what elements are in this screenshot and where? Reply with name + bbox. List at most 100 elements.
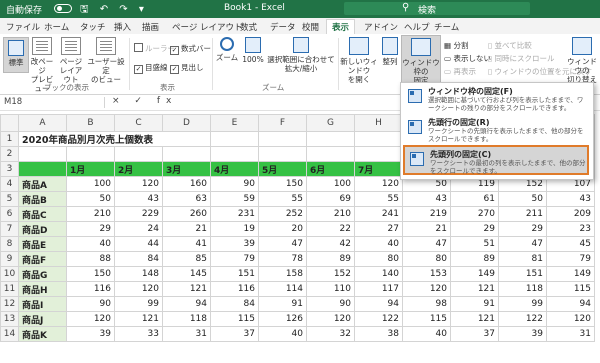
value-cell[interactable]: 260	[162, 206, 211, 222]
value-cell[interactable]: 21	[162, 221, 211, 237]
value-cell[interactable]: 158	[258, 266, 307, 282]
value-cell[interactable]: 40	[258, 326, 307, 342]
cell[interactable]	[210, 146, 259, 162]
value-cell[interactable]: 100	[306, 176, 355, 192]
split-button[interactable]: ▦ 分割	[444, 40, 468, 51]
page-layout-button[interactable]: ページ レイアウト	[57, 37, 85, 84]
value-cell[interactable]: 37	[210, 326, 259, 342]
value-cell[interactable]: 84	[114, 251, 163, 267]
cell[interactable]	[66, 146, 115, 162]
normal-view-button[interactable]: 標準	[3, 37, 29, 73]
tab-page-layout[interactable]: ページ レイアウト	[172, 21, 243, 33]
value-cell[interactable]: 38	[354, 326, 403, 342]
zoom-button[interactable]: ズーム	[215, 37, 239, 62]
value-cell[interactable]: 81	[498, 251, 547, 267]
zoom-100-button[interactable]: 100%	[240, 37, 266, 64]
value-cell[interactable]: 99	[114, 296, 163, 312]
value-cell[interactable]: 39	[66, 326, 115, 342]
row-header[interactable]: 14	[0, 326, 19, 342]
value-cell[interactable]: 117	[354, 281, 403, 297]
month-header-cell[interactable]: 5月	[258, 161, 307, 177]
value-cell[interactable]: 231	[210, 206, 259, 222]
value-cell[interactable]: 63	[162, 191, 211, 207]
value-cell[interactable]: 91	[258, 296, 307, 312]
value-cell[interactable]: 27	[354, 221, 403, 237]
value-cell[interactable]: 89	[450, 251, 499, 267]
column-header[interactable]: G	[306, 114, 355, 132]
value-cell[interactable]: 151	[498, 266, 547, 282]
value-cell[interactable]: 24	[114, 221, 163, 237]
row-header[interactable]: 8	[0, 236, 19, 252]
value-cell[interactable]: 120	[546, 311, 595, 327]
value-cell[interactable]: 118	[498, 281, 547, 297]
value-cell[interactable]: 47	[402, 236, 451, 252]
quick-access-toolbar[interactable]: 🖫 ↶ ↷ ▾	[80, 2, 148, 19]
month-header-cell[interactable]: 7月	[354, 161, 403, 177]
value-cell[interactable]: 151	[210, 266, 259, 282]
value-cell[interactable]: 88	[66, 251, 115, 267]
value-cell[interactable]: 115	[402, 311, 451, 327]
value-cell[interactable]: 31	[546, 326, 595, 342]
zoom-to-selection-button[interactable]: 選択範囲に合わせて 拡大/縮小	[266, 37, 336, 73]
value-cell[interactable]: 61	[450, 191, 499, 207]
switch-windows-button[interactable]: ウィンドウの 切り替え	[566, 37, 598, 84]
value-cell[interactable]: 94	[162, 296, 211, 312]
value-cell[interactable]: 94	[354, 296, 403, 312]
month-header-cell[interactable]: 1月	[66, 161, 115, 177]
value-cell[interactable]: 39	[498, 326, 547, 342]
value-cell[interactable]: 121	[450, 281, 499, 297]
arrange-all-button[interactable]: 整列	[380, 37, 400, 66]
value-cell[interactable]: 29	[498, 221, 547, 237]
value-cell[interactable]: 29	[450, 221, 499, 237]
value-cell[interactable]: 149	[450, 266, 499, 282]
search-box[interactable]: ⚲ 検索	[344, 2, 530, 16]
value-cell[interactable]: 47	[498, 236, 547, 252]
cell[interactable]	[18, 161, 67, 177]
value-cell[interactable]: 40	[354, 236, 403, 252]
row-header[interactable]: 13	[0, 311, 19, 327]
value-cell[interactable]: 23	[546, 221, 595, 237]
value-cell[interactable]: 51	[450, 236, 499, 252]
cell[interactable]	[210, 131, 259, 147]
month-header-cell[interactable]: 2月	[114, 161, 163, 177]
value-cell[interactable]: 94	[546, 296, 595, 312]
value-cell[interactable]: 43	[114, 191, 163, 207]
tab-team[interactable]: チーム	[434, 21, 459, 33]
tab-addins[interactable]: アドイン	[364, 21, 398, 33]
value-cell[interactable]: 149	[546, 266, 595, 282]
cell[interactable]	[354, 146, 403, 162]
value-cell[interactable]: 22	[306, 221, 355, 237]
name-box[interactable]: M18	[4, 97, 105, 108]
cell[interactable]	[258, 146, 307, 162]
row-header[interactable]: 6	[0, 206, 19, 222]
value-cell[interactable]: 59	[210, 191, 259, 207]
value-cell[interactable]: 80	[402, 251, 451, 267]
row-header[interactable]: 7	[0, 221, 19, 237]
value-cell[interactable]: 120	[402, 281, 451, 297]
value-cell[interactable]: 116	[210, 281, 259, 297]
value-cell[interactable]: 150	[66, 266, 115, 282]
value-cell[interactable]: 31	[162, 326, 211, 342]
cell[interactable]	[306, 131, 355, 147]
tab-draw[interactable]: 描画	[142, 21, 159, 33]
cell[interactable]	[354, 131, 403, 147]
cell[interactable]	[18, 146, 67, 162]
row-header[interactable]: 1	[0, 131, 19, 147]
formula-bar-checkbox[interactable]: ✓ 数式バー	[170, 43, 211, 55]
value-cell[interactable]: 84	[210, 296, 259, 312]
gridlines-checkbox[interactable]: ✓ 目盛線	[134, 62, 168, 74]
column-header[interactable]: C	[114, 114, 163, 132]
product-name-cell[interactable]: 商品I	[18, 296, 67, 312]
value-cell[interactable]: 44	[114, 236, 163, 252]
tab-touch[interactable]: タッチ	[80, 21, 106, 33]
value-cell[interactable]: 20	[258, 221, 307, 237]
value-cell[interactable]: 210	[66, 206, 115, 222]
value-cell[interactable]: 118	[162, 311, 211, 327]
value-cell[interactable]: 122	[498, 311, 547, 327]
column-header[interactable]: D	[162, 114, 211, 132]
product-name-cell[interactable]: 商品K	[18, 326, 67, 342]
value-cell[interactable]: 252	[258, 206, 307, 222]
column-header[interactable]: B	[66, 114, 115, 132]
tab-view[interactable]: 表示	[326, 19, 356, 35]
value-cell[interactable]: 120	[354, 176, 403, 192]
